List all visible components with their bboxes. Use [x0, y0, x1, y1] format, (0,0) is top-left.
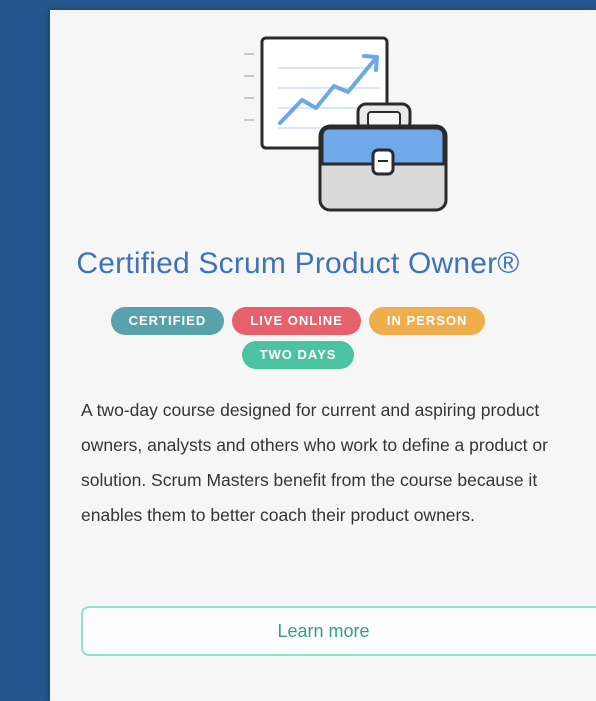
learn-more-button[interactable]: Learn more — [81, 606, 596, 656]
course-description: A two-day course designed for current an… — [81, 400, 548, 525]
chart-and-briefcase-icon — [244, 36, 448, 212]
badge-live-online: LIVE ONLINE — [232, 307, 361, 335]
course-title[interactable]: Certified Scrum Product Owner® — [0, 247, 596, 281]
badge-two-days: TWO DAYS — [241, 341, 355, 369]
badge-in-person: IN PERSON — [368, 307, 486, 335]
course-badges: CERTIFIED LIVE ONLINE IN PERSON TWO DAYS — [0, 307, 596, 369]
badge-certified: CERTIFIED — [110, 307, 225, 335]
